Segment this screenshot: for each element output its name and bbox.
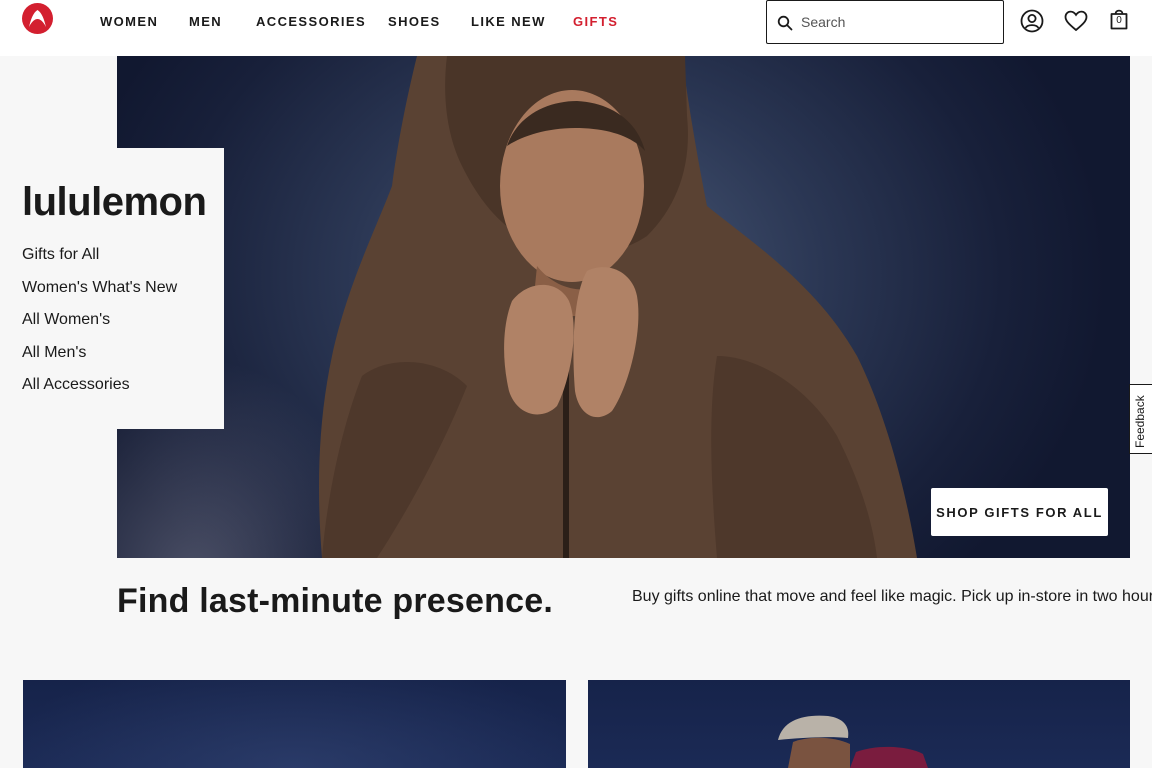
- search-icon: [777, 15, 793, 31]
- site-header: WOMEN MEN ACCESSORIES SHOES LIKE NEW GIF…: [0, 0, 1152, 56]
- wishlist-heart-icon[interactable]: [1063, 8, 1089, 34]
- promo-subline: Buy gifts online that move and feel like…: [632, 588, 1152, 605]
- promo-tile-right[interactable]: [588, 680, 1130, 768]
- link-all-accessories[interactable]: All Accessories: [22, 376, 177, 409]
- promo-headline: Find last-minute presence.: [117, 582, 553, 620]
- nav-shoes[interactable]: SHOES: [388, 14, 441, 29]
- account-icon[interactable]: [1019, 8, 1045, 34]
- hero-banner[interactable]: SHOP GIFTS FOR ALL: [117, 56, 1130, 558]
- feedback-label: Feedback: [1133, 395, 1147, 448]
- nav-women[interactable]: WOMEN: [100, 14, 158, 29]
- feedback-tab[interactable]: Feedback: [1129, 384, 1152, 454]
- shopping-bag-button[interactable]: 0: [1106, 6, 1132, 32]
- lululemon-logo[interactable]: [22, 3, 53, 34]
- link-all-mens[interactable]: All Men's: [22, 344, 177, 377]
- search-input[interactable]: [801, 11, 991, 33]
- link-womens-whats-new[interactable]: Women's What's New: [22, 279, 177, 312]
- link-all-womens[interactable]: All Women's: [22, 311, 177, 344]
- link-gifts-for-all[interactable]: Gifts for All: [22, 246, 177, 279]
- promo-tile-left[interactable]: [23, 680, 566, 768]
- nav-men[interactable]: MEN: [189, 14, 222, 29]
- nav-like-new[interactable]: LIKE NEW: [471, 14, 546, 29]
- category-link-list: Gifts for All Women's What's New All Wom…: [22, 246, 177, 409]
- shop-gifts-for-all-button[interactable]: SHOP GIFTS FOR ALL: [931, 488, 1108, 536]
- nav-accessories[interactable]: ACCESSORIES: [256, 14, 366, 29]
- tile-left-image: [23, 680, 566, 768]
- bag-count: 0: [1116, 15, 1122, 26]
- hero-model-image: [319, 56, 917, 558]
- brand-wordmark: lululemon: [22, 180, 207, 224]
- search-box[interactable]: [766, 0, 1004, 44]
- tile-right-image: [778, 715, 928, 768]
- logo-mark-icon: [29, 10, 46, 27]
- nav-gifts[interactable]: GIFTS: [573, 14, 618, 29]
